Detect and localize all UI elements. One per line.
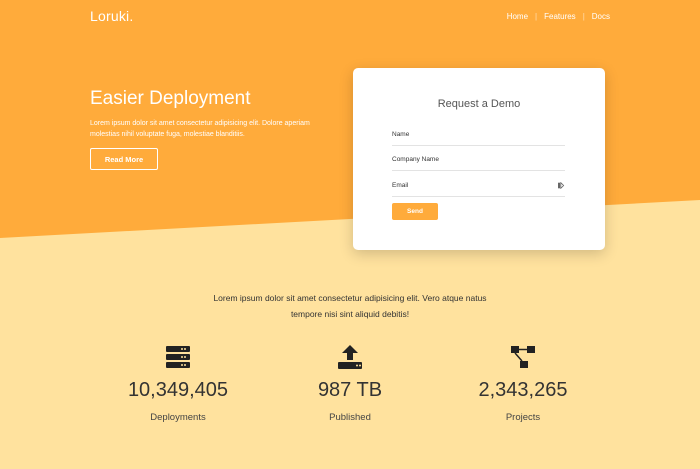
server-icon <box>166 346 190 368</box>
stat-label: Published <box>329 412 371 423</box>
navbar: Loruki. Home | Features | Docs <box>0 0 700 34</box>
name-field[interactable]: Name <box>392 131 565 146</box>
stat-value: 2,343,265 <box>478 379 568 401</box>
stat-label: Deployments <box>150 412 206 423</box>
stat-label: Projects <box>505 412 541 423</box>
email-placeholder: Email <box>392 182 409 189</box>
stat-deployments: 10,349,405 Deployments <box>98 344 258 423</box>
demo-form-title: Request a Demo <box>437 98 521 110</box>
email-field[interactable]: Email <box>392 182 565 197</box>
nav-menu: Home | Features | Docs <box>507 12 610 21</box>
password-manager-key-icon[interactable] <box>558 182 565 189</box>
send-button[interactable]: Send <box>392 203 438 220</box>
upload-icon <box>338 345 362 369</box>
company-name-placeholder: Company Name <box>392 156 439 163</box>
stat-value: 10,349,405 <box>127 379 229 401</box>
nav-item-docs[interactable]: Docs <box>592 12 610 21</box>
demo-request-card: Request a Demo Name Company Name Email S… <box>353 68 605 250</box>
hero-description: Lorem ipsum dolor sit amet consectetur a… <box>90 120 310 138</box>
logo[interactable]: Loruki. <box>90 8 133 24</box>
hero-title: Easier Deployment <box>90 88 251 109</box>
stat-published: 987 TB Published <box>270 344 430 423</box>
stats-intro: Lorem ipsum dolor sit amet consectetur a… <box>213 293 487 319</box>
nav-separator: | <box>582 12 585 21</box>
company-name-field[interactable]: Company Name <box>392 156 565 171</box>
nav-separator: | <box>535 12 538 21</box>
nav-item-features[interactable]: Features <box>544 12 576 21</box>
stat-value: 987 TB <box>317 379 383 401</box>
read-more-button[interactable]: Read More <box>90 148 158 170</box>
nav-item-home[interactable]: Home <box>507 12 528 21</box>
project-diagram-icon <box>511 346 535 368</box>
name-placeholder: Name <box>392 131 410 138</box>
stat-projects: 2,343,265 Projects <box>443 344 603 423</box>
